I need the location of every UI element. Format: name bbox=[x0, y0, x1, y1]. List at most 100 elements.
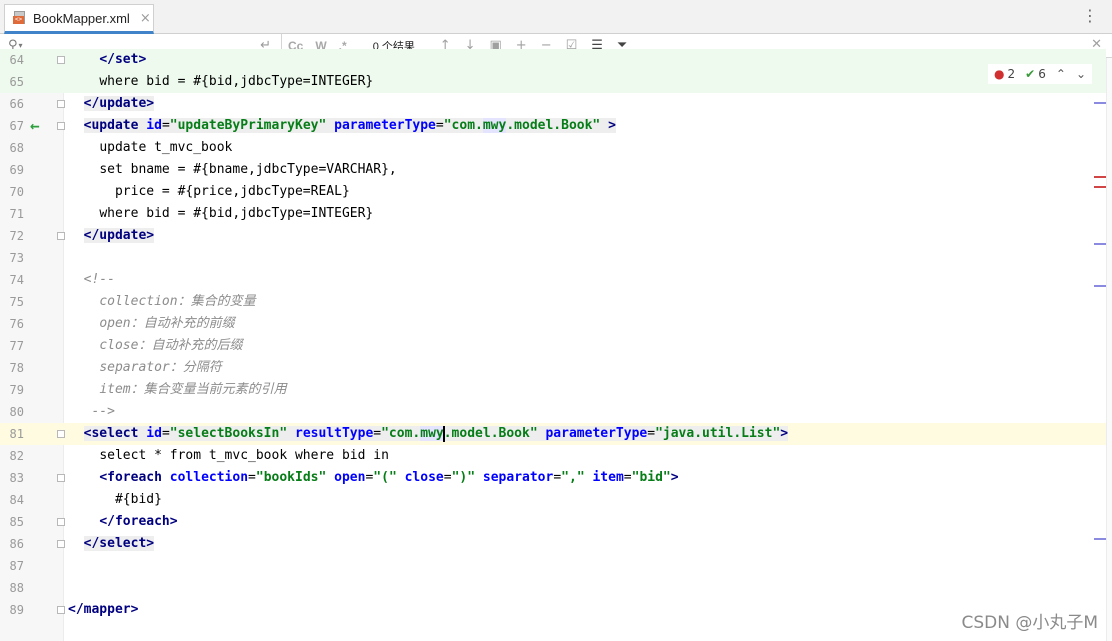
code-token: <foreach bbox=[99, 470, 170, 485]
code-token: where bid = #{bid,jdbcType=INTEGER} bbox=[99, 206, 374, 221]
fold-marker-icon[interactable] bbox=[57, 100, 65, 108]
code-line[interactable]: 78 separator：分隔符 bbox=[0, 357, 1106, 379]
implementation-arrow-icon[interactable]: ← bbox=[30, 115, 40, 137]
line-number: 74 bbox=[9, 273, 24, 287]
code-line[interactable]: 74 <!-- bbox=[0, 269, 1106, 291]
error-icon: ● bbox=[994, 67, 1005, 81]
fold-marker-icon[interactable] bbox=[57, 540, 65, 548]
code-token: "com.mwy.model.Book" bbox=[381, 425, 538, 442]
code-line[interactable]: 71 where bid = #{bid,jdbcType=INTEGER} bbox=[0, 203, 1106, 225]
code-token: </update> bbox=[83, 96, 155, 111]
code-token: collection bbox=[169, 470, 249, 485]
code-line[interactable]: 83 <foreach collection="bookIds" open="(… bbox=[0, 467, 1106, 489]
fold-marker-icon[interactable] bbox=[57, 518, 65, 526]
fold-marker-icon[interactable] bbox=[57, 56, 65, 64]
code-text: <select id="selectBooksIn" resultType="c… bbox=[68, 423, 789, 445]
code-token: close：自动补充的后缀 bbox=[99, 338, 243, 353]
ok-count: 6 bbox=[1038, 67, 1046, 81]
code-line[interactable]: 66 </update> bbox=[0, 93, 1106, 115]
code-line[interactable]: 67 ← <update id="updateByPrimaryKey" para… bbox=[0, 115, 1106, 137]
fold-marker-icon[interactable] bbox=[57, 232, 65, 240]
line-number: 68 bbox=[9, 141, 24, 155]
code-line[interactable]: 79 item：集合变量当前元素的引用 bbox=[0, 379, 1106, 401]
chevron-up-icon[interactable]: ⌃ bbox=[1056, 67, 1066, 81]
code-line[interactable]: 89 </mapper> bbox=[0, 599, 1106, 621]
code-line[interactable]: 84 #{bid} bbox=[0, 489, 1106, 511]
code-line[interactable]: 68 update t_mvc_book bbox=[0, 137, 1106, 159]
line-number: 83 bbox=[9, 471, 24, 485]
code-line[interactable]: 65 where bid = #{bid,jdbcType=INTEGER} bbox=[0, 71, 1106, 93]
code-line[interactable]: 70 price = #{price,jdbcType=REAL} bbox=[0, 181, 1106, 203]
code-text: close：自动补充的后缀 bbox=[68, 335, 242, 357]
code-token: "com.mwy.model.Book" bbox=[443, 118, 601, 133]
code-token: where bid = #{bid,jdbcType=INTEGER} bbox=[99, 74, 374, 89]
code-line[interactable]: 87 bbox=[0, 555, 1106, 577]
editor-tab-bar: <> BookMapper.xml × ⋮ bbox=[0, 0, 1112, 34]
code-line[interactable]: 81 <select id="selectBooksIn" resultType… bbox=[0, 423, 1106, 445]
close-tab-icon[interactable]: × bbox=[140, 11, 151, 26]
code-line[interactable]: 75 collection：集合的变量 bbox=[0, 291, 1106, 313]
more-vertical-icon[interactable]: ⋮ bbox=[1082, 8, 1098, 24]
stripe-mark[interactable] bbox=[1094, 243, 1106, 245]
line-number: 84 bbox=[9, 493, 24, 507]
code-line[interactable]: 86 </select> bbox=[0, 533, 1106, 555]
tab-label: BookMapper.xml bbox=[33, 10, 130, 26]
code-token: = bbox=[161, 118, 170, 133]
inspection-widget[interactable]: ● 2 ✔ 6 ⌃ ⌄ bbox=[988, 64, 1092, 84]
line-number: 73 bbox=[9, 251, 24, 265]
watermark: CSDN @小丸子M bbox=[961, 613, 1098, 633]
code-line[interactable]: 72 </update> bbox=[0, 225, 1106, 247]
code-token: </mapper> bbox=[68, 602, 139, 617]
code-line[interactable]: 80 --> bbox=[0, 401, 1106, 423]
line-number: 66 bbox=[9, 97, 24, 111]
code-text: </set> bbox=[68, 49, 146, 71]
code-line[interactable]: 76 open：自动补充的前缀 bbox=[0, 313, 1106, 335]
code-line[interactable]: 69 set bname = #{bname,jdbcType=VARCHAR}… bbox=[0, 159, 1106, 181]
code-line[interactable]: 82 select * from t_mvc_book where bid in bbox=[0, 445, 1106, 467]
stripe-mark[interactable] bbox=[1094, 186, 1106, 188]
code-text: </update> bbox=[68, 93, 155, 115]
code-token: <!-- bbox=[83, 272, 115, 287]
line-number: 85 bbox=[9, 515, 24, 529]
line-number: 89 bbox=[9, 603, 24, 617]
stripe-mark[interactable] bbox=[1094, 102, 1106, 104]
stripe-mark[interactable] bbox=[1094, 538, 1106, 540]
code-token: = bbox=[435, 118, 444, 133]
code-token: collection：集合的变量 bbox=[99, 294, 256, 309]
code-token: "," bbox=[561, 470, 585, 485]
code-line[interactable]: 73 bbox=[0, 247, 1106, 269]
tab-bookmapper-xml[interactable]: <> BookMapper.xml × bbox=[4, 4, 154, 34]
code-token: select * from t_mvc_book where bid in bbox=[99, 448, 389, 463]
code-token: <update bbox=[83, 118, 147, 133]
error-stripe[interactable] bbox=[1106, 58, 1112, 641]
code-line[interactable]: 64 </set> bbox=[0, 49, 1106, 71]
chevron-down-icon[interactable]: ⌄ bbox=[1076, 67, 1086, 81]
code-token: > bbox=[780, 426, 789, 441]
fold-marker-icon[interactable] bbox=[57, 474, 65, 482]
code-token: id bbox=[146, 118, 162, 133]
code-token: </foreach> bbox=[99, 514, 178, 529]
code-line[interactable]: 88 bbox=[0, 577, 1106, 599]
code-text: </mapper> bbox=[68, 599, 138, 621]
code-text: </select> bbox=[68, 533, 155, 555]
line-number: 81 bbox=[9, 427, 24, 441]
code-token: item：集合变量当前元素的引用 bbox=[99, 382, 287, 397]
code-token: = bbox=[443, 470, 452, 485]
line-number: 64 bbox=[9, 53, 24, 67]
stripe-mark[interactable] bbox=[1094, 176, 1106, 178]
code-token: "bookIds" bbox=[255, 470, 327, 485]
stripe-mark[interactable] bbox=[1094, 285, 1106, 287]
code-line[interactable]: 77 close：自动补充的后缀 bbox=[0, 335, 1106, 357]
fold-marker-icon[interactable] bbox=[57, 606, 65, 614]
code-token: = bbox=[647, 426, 656, 441]
fold-marker-icon[interactable] bbox=[57, 430, 65, 438]
fold-marker-icon[interactable] bbox=[57, 122, 65, 130]
code-editor[interactable]: 64 </set> 65 where bid = #{bid,jdbcType=I… bbox=[0, 49, 1106, 641]
code-token: separator bbox=[482, 470, 554, 485]
code-text: </foreach> bbox=[68, 511, 178, 533]
code-line[interactable]: 85 </foreach> bbox=[0, 511, 1106, 533]
